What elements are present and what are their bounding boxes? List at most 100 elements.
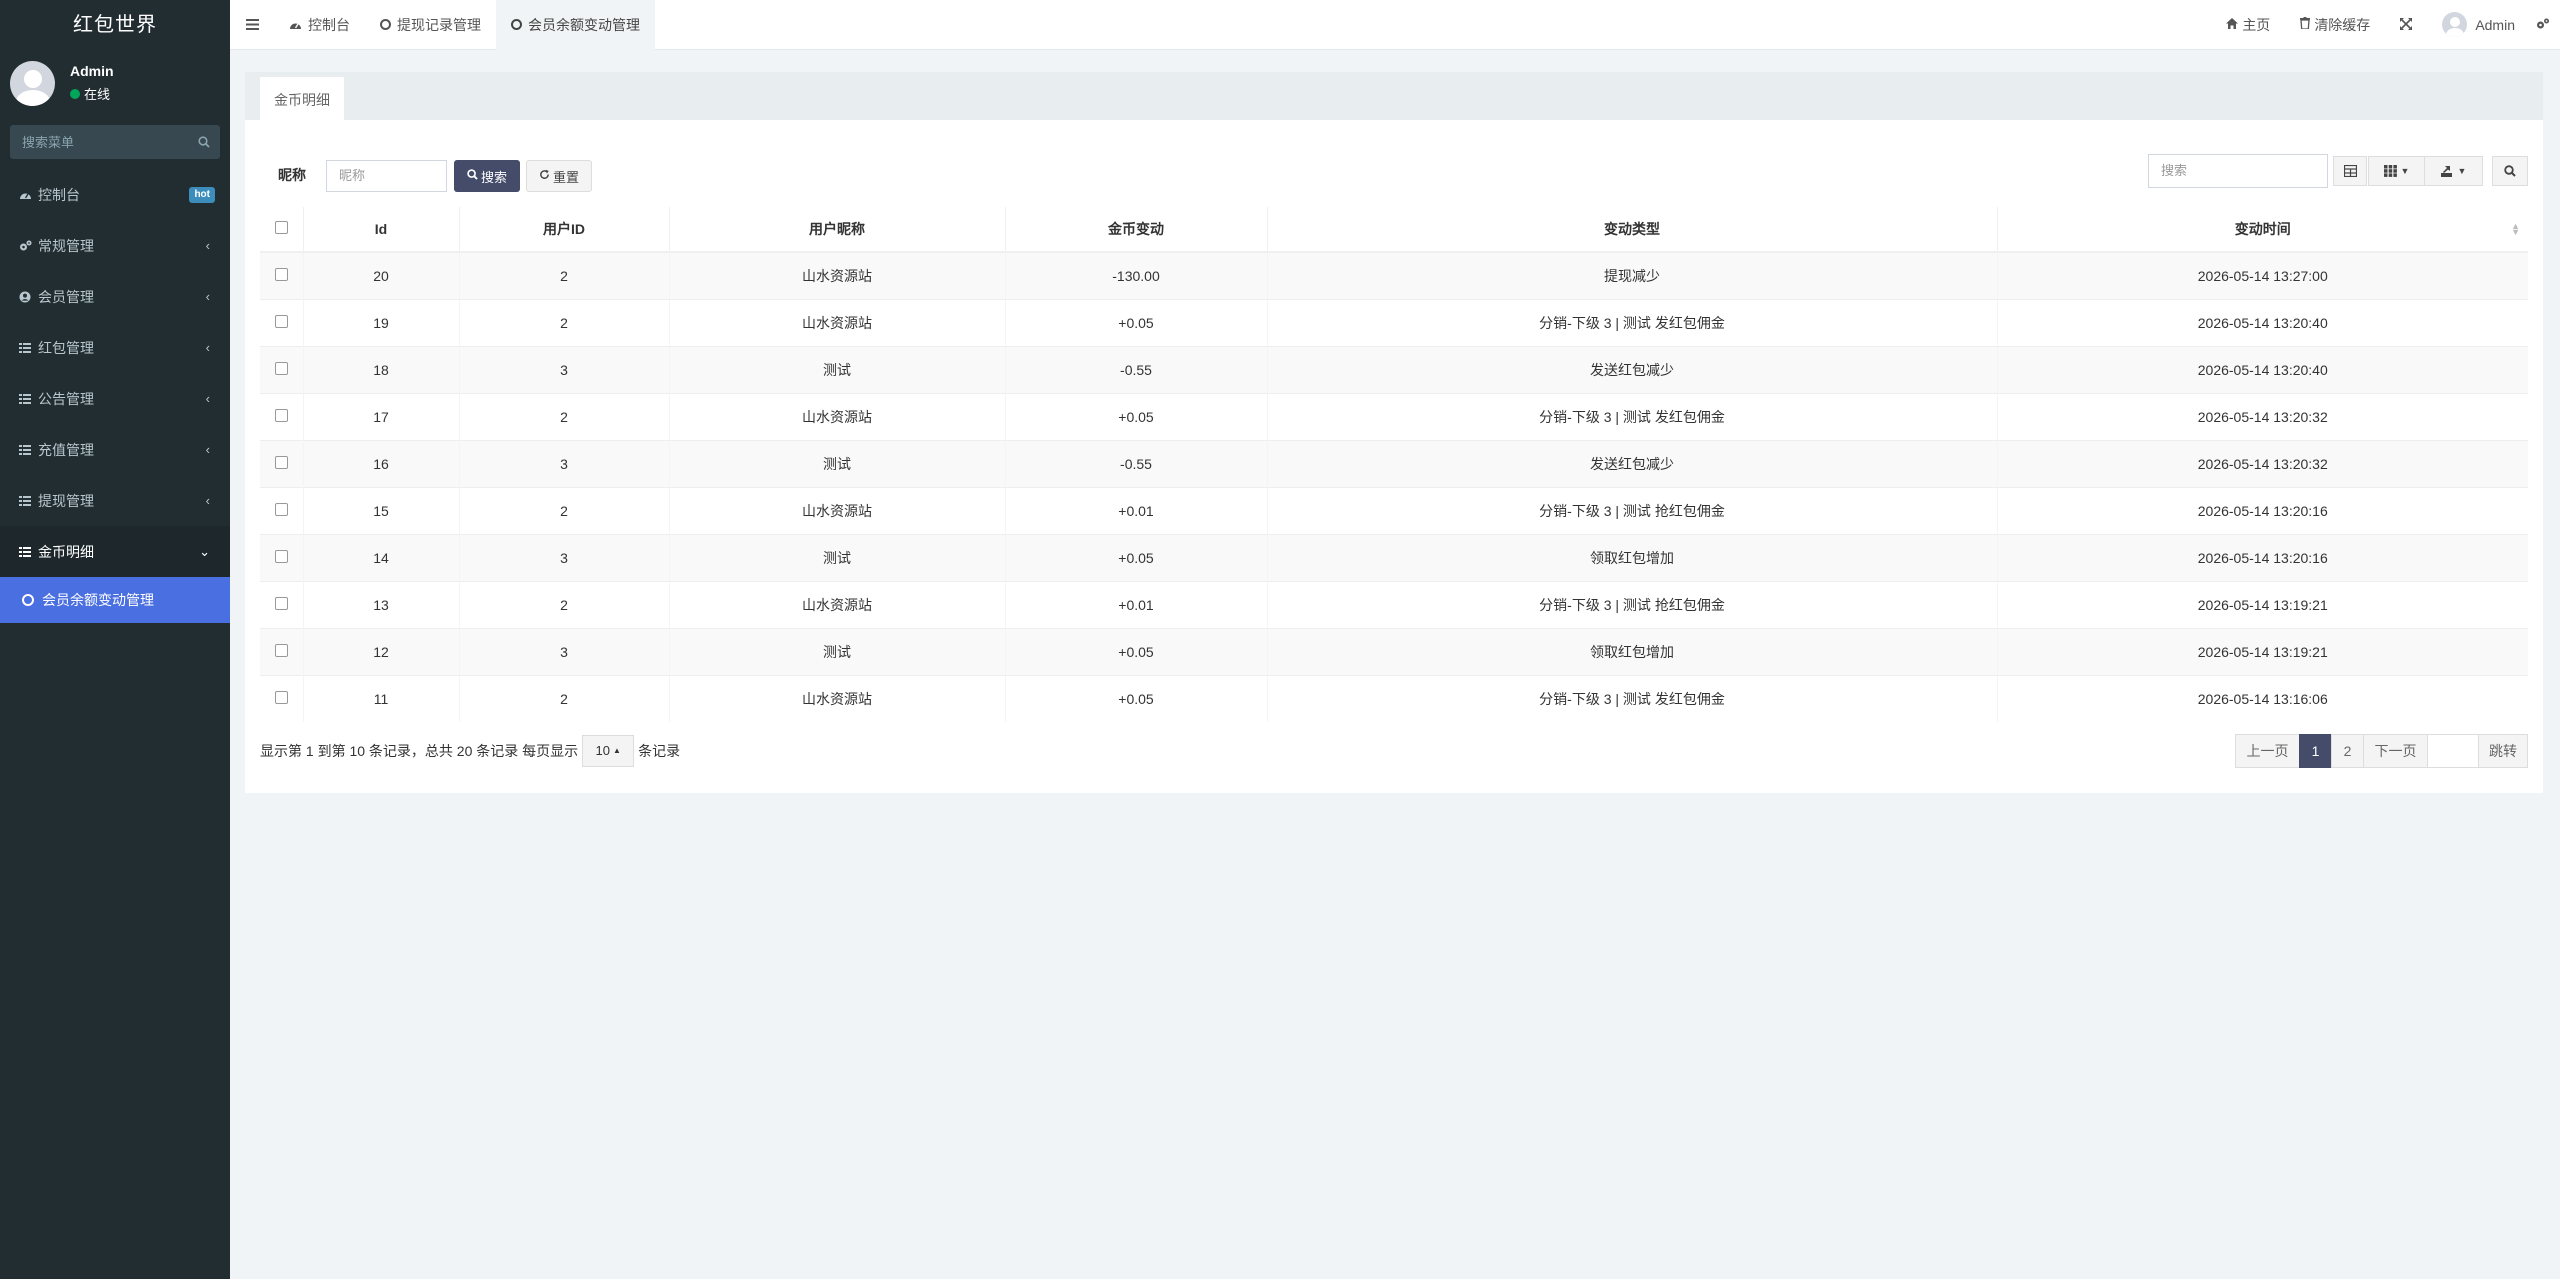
fullscreen-button[interactable] (2385, 0, 2427, 50)
nickname-cell: 山水资源站 (668, 580, 1005, 628)
page-size-select[interactable]: 10 ▲ (582, 735, 635, 767)
sidebar-subitem-balance-change[interactable]: 会员余额变动管理 (0, 577, 230, 623)
export-button[interactable]: ▼ (2424, 156, 2483, 186)
dashboard-icon (289, 19, 302, 30)
table-row[interactable]: 19 2 山水资源站 +0.05 分销-下级 3 | 测试 发红包佣金 2026-05-1… (260, 298, 2528, 346)
table-row[interactable]: 14 3 测试 +0.05 领取红包增加 2026-05-14 13:20:16 (260, 533, 2528, 581)
sidebar-item-withdraw[interactable]: 提现管理 ‹ (0, 475, 230, 526)
change-type-cell: 分销-下级 3 | 测试 抢红包佣金 (1266, 486, 1997, 534)
coin-change-cell: +0.01 (1004, 580, 1267, 628)
user-id-cell: 2 (458, 392, 669, 440)
row-checkbox[interactable] (274, 549, 288, 563)
circle-icon (380, 19, 391, 30)
advanced-search-button[interactable] (2492, 156, 2528, 186)
table-row[interactable]: 18 3 测试 -0.55 发送红包减少 2026-05-14 13:20:40 (260, 345, 2528, 393)
tab-withdraw-records[interactable]: 提现记录管理 (365, 0, 496, 50)
user-id-cell: 2 (458, 298, 669, 346)
menu-search-input[interactable] (10, 125, 220, 159)
sidebar-item-dashboard[interactable]: 控制台 hot (0, 169, 230, 220)
user-id-cell: 2 (458, 486, 669, 534)
tab-balance-change[interactable]: 会员余额变动管理 (496, 0, 655, 50)
sidebar-toggle-button[interactable] (230, 0, 274, 50)
change-time-cell: 2026-05-14 13:19:21 (1996, 580, 2528, 628)
sort-icon[interactable]: ▲ ▼ (2511, 222, 2520, 237)
column-header-user-id[interactable]: 用户ID (458, 207, 669, 253)
select-all-checkbox[interactable] (274, 221, 288, 234)
table-row[interactable]: 13 2 山水资源站 +0.01 分销-下级 3 | 测试 抢红包佣金 2026-05-1… (260, 580, 2528, 628)
row-checkbox[interactable] (274, 408, 288, 422)
coin-change-cell: -0.55 (1004, 439, 1267, 487)
page-button-1[interactable]: 1 (2299, 734, 2332, 768)
columns-button[interactable]: ▼ (2368, 156, 2425, 186)
row-checkbox[interactable] (274, 596, 288, 610)
admin-user-menu[interactable]: Admin (2427, 0, 2530, 50)
table-search-input[interactable]: 搜索 (2148, 154, 2328, 188)
id-cell: 13 (302, 580, 459, 628)
sidebar-item-members[interactable]: 会员管理 ‹ (0, 271, 230, 322)
table-row[interactable]: 11 2 山水资源站 +0.05 分销-下级 3 | 测试 发红包佣金 2026-05-1… (260, 674, 2528, 722)
table-row[interactable]: 17 2 山水资源站 +0.05 分销-下级 3 | 测试 发红包佣金 2026-05-1… (260, 392, 2528, 440)
row-checkbox[interactable] (274, 643, 288, 657)
expand-icon (2400, 17, 2413, 33)
tab-bar: 控制台 提现记录管理 会员余额变动管理 (274, 0, 655, 50)
column-header-change-time[interactable]: 变动时间 ▲ ▼ (1996, 207, 2528, 253)
row-checkbox[interactable] (274, 502, 288, 516)
jump-page-input[interactable] (2427, 734, 2479, 768)
row-checkbox[interactable] (274, 267, 288, 281)
table-row[interactable]: 12 3 测试 +0.05 领取红包增加 2026-05-14 13:19:21 (260, 627, 2528, 675)
id-cell: 14 (302, 533, 459, 581)
toolbar: 昵称 昵称 搜索 重置 搜索 ▼ ▼ (245, 109, 2543, 192)
chevron-left-icon: ‹ (205, 238, 210, 253)
coin-change-cell: +0.05 (1004, 674, 1267, 722)
change-time-cell: 2026-05-14 13:20:40 (1996, 298, 2528, 346)
home-icon (2226, 17, 2239, 32)
sidebar-item-general[interactable]: 常规管理 ‹ (0, 220, 230, 271)
row-checkbox[interactable] (274, 361, 288, 375)
settings-button[interactable] (2530, 0, 2560, 50)
next-page-button[interactable]: 下一页 (2363, 734, 2428, 768)
user-panel: Admin 在线 (0, 50, 230, 116)
id-cell: 11 (302, 674, 459, 722)
tab-dashboard[interactable]: 控制台 (274, 0, 365, 50)
circle-icon (511, 19, 522, 30)
app-logo[interactable]: 红包世界 (0, 0, 230, 50)
column-header-coin-change[interactable]: 金币变动 (1004, 207, 1267, 253)
pagination-info-suffix: 条记录 (638, 743, 681, 759)
prev-page-button[interactable]: 上一页 (2235, 734, 2300, 768)
clear-cache-button[interactable]: 清除缓存 (2285, 0, 2385, 50)
row-checkbox[interactable] (274, 314, 288, 328)
jump-button[interactable]: 跳转 (2478, 734, 2528, 768)
user-id-cell: 2 (458, 674, 669, 722)
toggle-view-button[interactable] (2333, 156, 2367, 186)
table-footer: 显示第 1 到第 10 条记录，总共 20 条记录 每页显示 10 ▲ 条记录 … (260, 734, 2528, 770)
search-icon[interactable] (198, 135, 210, 151)
sidebar-item-recharge[interactable]: 充值管理 ‹ (0, 424, 230, 475)
page-button-2[interactable]: 2 (2331, 734, 2364, 768)
user-id-cell: 2 (458, 251, 669, 299)
sidebar-item-redpacket[interactable]: 红包管理 ‹ (0, 322, 230, 373)
column-header-change-type[interactable]: 变动类型 (1266, 207, 1997, 253)
column-header-nickname[interactable]: 用户昵称 (668, 207, 1005, 253)
table-row[interactable]: 15 2 山水资源站 +0.01 分销-下级 3 | 测试 抢红包佣金 2026-05-1… (260, 486, 2528, 534)
column-header-id[interactable]: Id (302, 207, 459, 253)
select-all-cell (260, 207, 303, 253)
home-link[interactable]: 主页 (2211, 0, 2285, 50)
search-button[interactable]: 搜索 (454, 160, 520, 192)
id-cell: 16 (302, 439, 459, 487)
reset-button[interactable]: 重置 (526, 160, 592, 192)
user-id-cell: 3 (458, 627, 669, 675)
sidebar-item-coin-detail[interactable]: 金币明细 ⌄ (0, 526, 230, 577)
nickname-filter-input[interactable]: 昵称 (326, 160, 447, 192)
table-row[interactable]: 16 3 测试 -0.55 发送红包减少 2026-05-14 13:20:32 (260, 439, 2528, 487)
nickname-cell: 山水资源站 (668, 251, 1005, 299)
row-checkbox[interactable] (274, 455, 288, 469)
sidebar-item-notice[interactable]: 公告管理 ‹ (0, 373, 230, 424)
table-row[interactable]: 20 2 山水资源站 -130.00 提现减少 2026-05-14 13:27:00 (260, 251, 2528, 299)
dashboard-icon (18, 189, 32, 200)
avatar (2442, 12, 2468, 37)
row-checkbox[interactable] (274, 690, 288, 704)
change-type-cell: 提现减少 (1266, 251, 1997, 299)
topbar: 控制台 提现记录管理 会员余额变动管理 主页 清除缓存 Admin (230, 0, 2560, 50)
nickname-cell: 测试 (668, 533, 1005, 581)
nickname-filter-label: 昵称 (278, 167, 306, 183)
